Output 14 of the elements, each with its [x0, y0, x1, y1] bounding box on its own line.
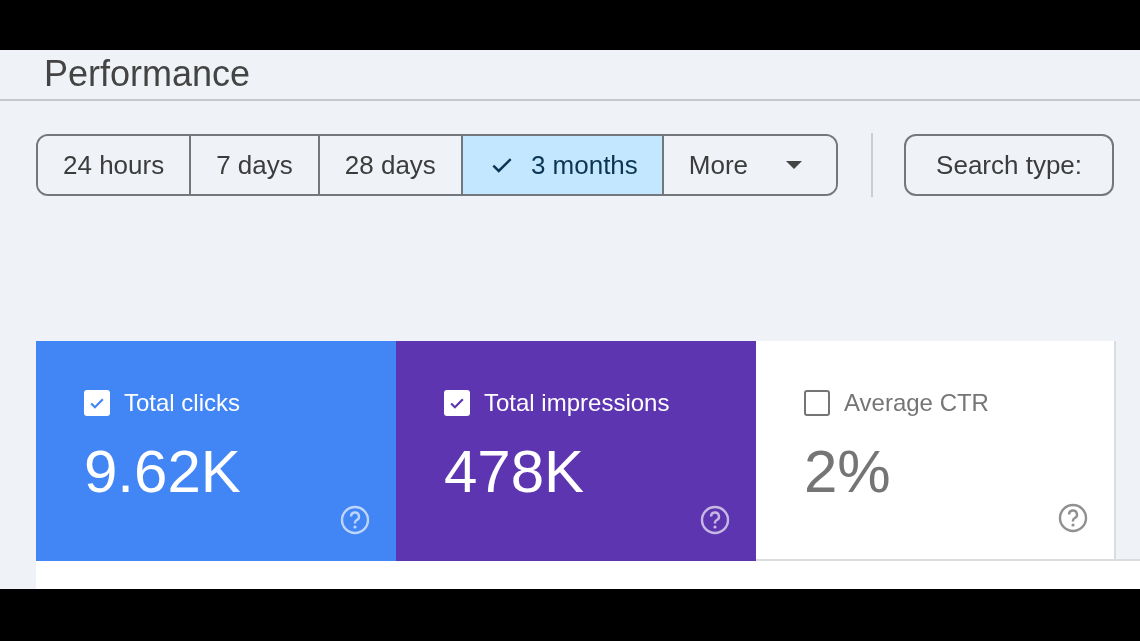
search-type-dropdown[interactable]: Search type: — [904, 134, 1115, 196]
help-icon[interactable] — [1058, 503, 1088, 533]
metric-value: 478K — [444, 437, 586, 506]
metric-value: 2% — [804, 437, 892, 506]
checkbox[interactable] — [804, 390, 830, 416]
metric-label: Total clicks — [124, 389, 241, 417]
metric-value: 9.62K — [84, 437, 242, 506]
page-title: Performance — [44, 54, 251, 94]
date-range-option[interactable]: 24 hours — [38, 136, 192, 194]
date-range-option[interactable]: 3 months — [462, 136, 664, 194]
metric-label: Average CTR — [844, 389, 989, 417]
metric-card[interactable]: Average CTR 2% — [756, 341, 1116, 561]
metric-label: Total impressions — [484, 389, 670, 417]
caret-icon — [786, 161, 803, 169]
